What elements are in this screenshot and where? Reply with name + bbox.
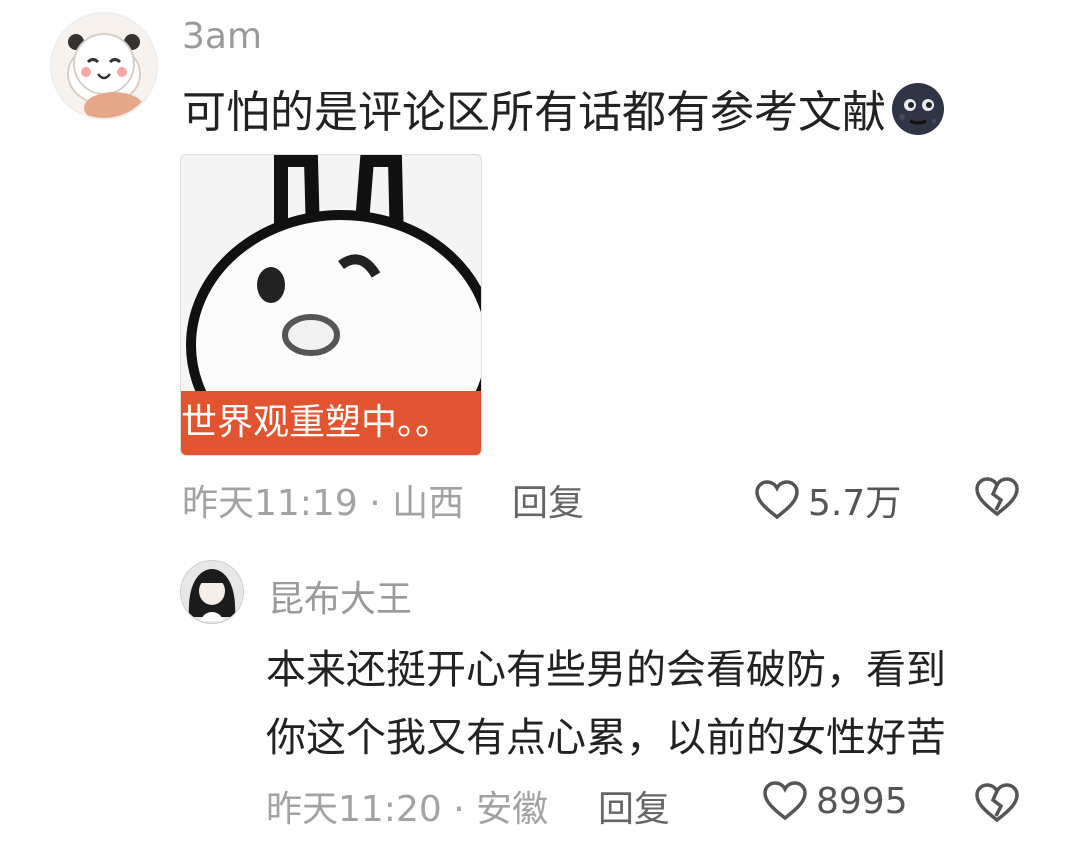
user-avatar[interactable]	[50, 12, 158, 120]
reply-like-button[interactable]: 8995	[762, 780, 908, 822]
reply-user-avatar[interactable]	[180, 560, 244, 624]
broken-heart-icon	[975, 477, 1019, 517]
comment-username[interactable]: 3am	[182, 16, 262, 57]
reply-meta: 昨天11:20 · 安徽	[266, 789, 549, 830]
dislike-button[interactable]	[974, 476, 1020, 522]
reply-text-line: 你这个我又有点心累，以前的女性好苦	[266, 715, 946, 761]
reply-button[interactable]: 回复	[512, 474, 584, 526]
sticker-image[interactable]: 世界观重塑中。。	[180, 154, 482, 456]
like-button[interactable]: 5.7万	[754, 474, 901, 526]
comment-text: 可怕的是评论区所有话都有参考文献	[182, 76, 946, 140]
reply-text: 本来还挺开心有些男的会看破防，看到 你这个我又有点心累，以前的女性好苦	[266, 636, 1046, 772]
reply-username[interactable]: 昆布大王	[268, 570, 412, 622]
heart-outline-icon	[763, 781, 807, 821]
reply-like-count: 8995	[816, 780, 908, 822]
reply-dislike-button[interactable]	[974, 782, 1020, 828]
reply-text-line: 本来还挺开心有些男的会看破防，看到	[266, 647, 946, 693]
girl-avatar-icon	[181, 561, 243, 623]
sticker-caption: 世界观重塑中。。	[181, 391, 481, 455]
broken-heart-icon	[975, 783, 1019, 823]
bunny-sticker-icon	[186, 155, 481, 395]
comment-meta: 昨天11:19 · 山西	[182, 483, 465, 524]
reply-reply-button[interactable]: 回复	[598, 780, 670, 832]
comment-text-content: 可怕的是评论区所有话都有参考文献	[182, 87, 886, 138]
heart-outline-icon	[755, 480, 799, 520]
new-moon-face-icon	[890, 81, 946, 137]
bear-avatar-icon	[67, 33, 144, 118]
like-count: 5.7万	[808, 483, 902, 524]
